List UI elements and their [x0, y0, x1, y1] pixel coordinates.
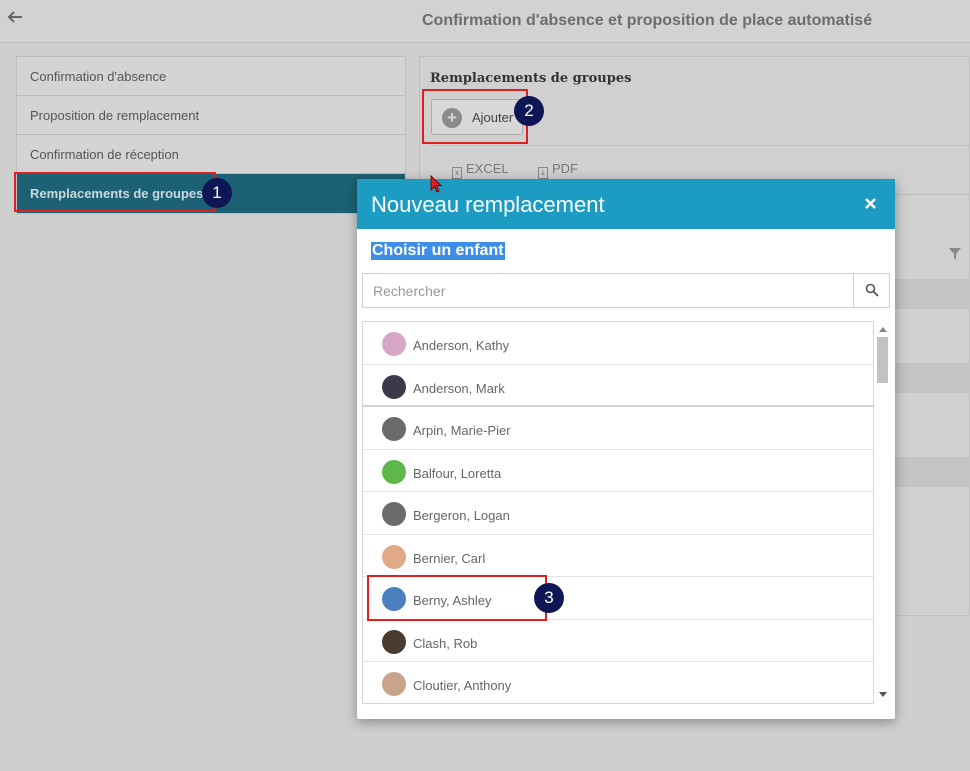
excel-file-icon: x	[452, 167, 462, 179]
scroll-up-icon[interactable]	[879, 327, 887, 332]
list-item[interactable]: Balfour, Loretta	[363, 450, 873, 492]
search-icon	[865, 283, 879, 297]
pdf-label: PDF	[552, 161, 578, 176]
child-name: Bernier, Carl	[413, 550, 486, 566]
excel-label: EXCEL	[466, 161, 509, 176]
child-name: Cloutier, Anthony	[413, 678, 512, 693]
list-item[interactable]: Bernier, Carl	[363, 535, 873, 577]
avatar	[382, 374, 406, 399]
annotation-box-3	[367, 575, 547, 621]
scroll-thumb[interactable]	[877, 337, 888, 383]
child-name: Arpin, Marie-Pier	[413, 423, 511, 438]
list-item[interactable]: Cloutier, Anthony	[363, 662, 873, 703]
annotation-box-2	[422, 89, 528, 144]
pdf-file-icon: ⤓	[538, 167, 548, 179]
child-name: Anderson, Kathy	[413, 338, 510, 353]
menu-item-proposition-remplacement[interactable]: Proposition de remplacement	[17, 96, 405, 135]
top-bar: Confirmation d'absence et proposition de…	[0, 0, 970, 43]
filter-icon[interactable]	[949, 248, 961, 260]
export-excel-button[interactable]: x EXCEL	[452, 161, 509, 179]
avatar	[382, 672, 406, 696]
annotation-badge-2: 2	[514, 96, 544, 126]
search-button[interactable]	[853, 274, 889, 307]
avatar	[382, 502, 406, 526]
child-name: Balfour, Loretta	[413, 465, 502, 481]
annotation-badge-3: 3	[534, 583, 564, 613]
list-item[interactable]: Bergeron, Logan	[363, 492, 873, 535]
child-name: Clash, Rob	[413, 635, 478, 651]
mouse-cursor-icon	[430, 175, 443, 193]
panel-title: Remplacements de groupes	[430, 71, 632, 86]
new-replacement-modal: Nouveau remplacement Choisir un enfant A…	[357, 179, 895, 719]
close-icon[interactable]	[863, 196, 878, 211]
child-name: Bergeron, Logan	[413, 508, 510, 523]
annotation-badge-1: 1	[202, 178, 232, 208]
export-pdf-button[interactable]: ⤓ PDF	[538, 161, 578, 179]
choose-child-label: Choisir un enfant	[371, 242, 505, 260]
menu-item-confirmation-reception[interactable]: Confirmation de réception	[17, 135, 405, 174]
menu-item-confirmation-absence[interactable]: Confirmation d'absence	[17, 57, 405, 96]
page-title: Confirmation d'absence et proposition de…	[422, 12, 873, 29]
avatar	[382, 417, 406, 441]
list-scrollbar[interactable]	[875, 321, 890, 704]
list-item[interactable]: Arpin, Marie-Pier	[363, 407, 873, 450]
avatar	[382, 544, 406, 569]
modal-title: Nouveau remplacement	[371, 192, 605, 217]
search-bar	[362, 273, 890, 308]
search-input[interactable]	[363, 274, 853, 307]
children-list: Anderson, Kathy Anderson, Mark Arpin, Ma…	[362, 321, 874, 704]
back-arrow-icon[interactable]	[6, 8, 24, 26]
child-name: Anderson, Mark	[413, 380, 505, 396]
avatar	[382, 459, 406, 484]
scroll-down-icon[interactable]	[879, 692, 887, 697]
avatar	[382, 332, 406, 356]
annotation-box-1	[14, 172, 216, 212]
list-item[interactable]: Anderson, Kathy	[363, 322, 873, 365]
list-item[interactable]: Anderson, Mark	[363, 365, 873, 407]
avatar	[382, 629, 406, 654]
list-item[interactable]: Clash, Rob	[363, 620, 873, 662]
